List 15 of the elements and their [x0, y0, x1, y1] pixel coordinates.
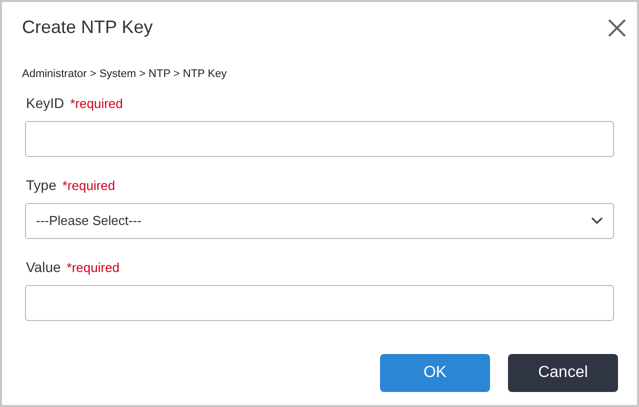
type-dropdown[interactable]: ---Please Select--- — [25, 203, 614, 239]
field-label: KeyID — [26, 94, 64, 113]
required-note: *required — [62, 177, 116, 195]
field-label: Value — [26, 258, 61, 277]
input-field[interactable] — [25, 285, 614, 321]
dialog-title: Create NTP Key — [22, 16, 153, 39]
required-note: *required — [66, 259, 120, 277]
close-icon[interactable] — [607, 18, 627, 38]
input-field[interactable] — [25, 121, 614, 157]
chevron-down-icon — [591, 217, 603, 225]
cancel-button[interactable]: Cancel — [508, 354, 618, 392]
field-label: Type — [26, 176, 56, 195]
ok-button[interactable]: OK — [380, 354, 490, 392]
breadcrumb: Administrator > System > NTP > NTP Key — [22, 68, 227, 80]
required-note: *required — [70, 95, 123, 113]
